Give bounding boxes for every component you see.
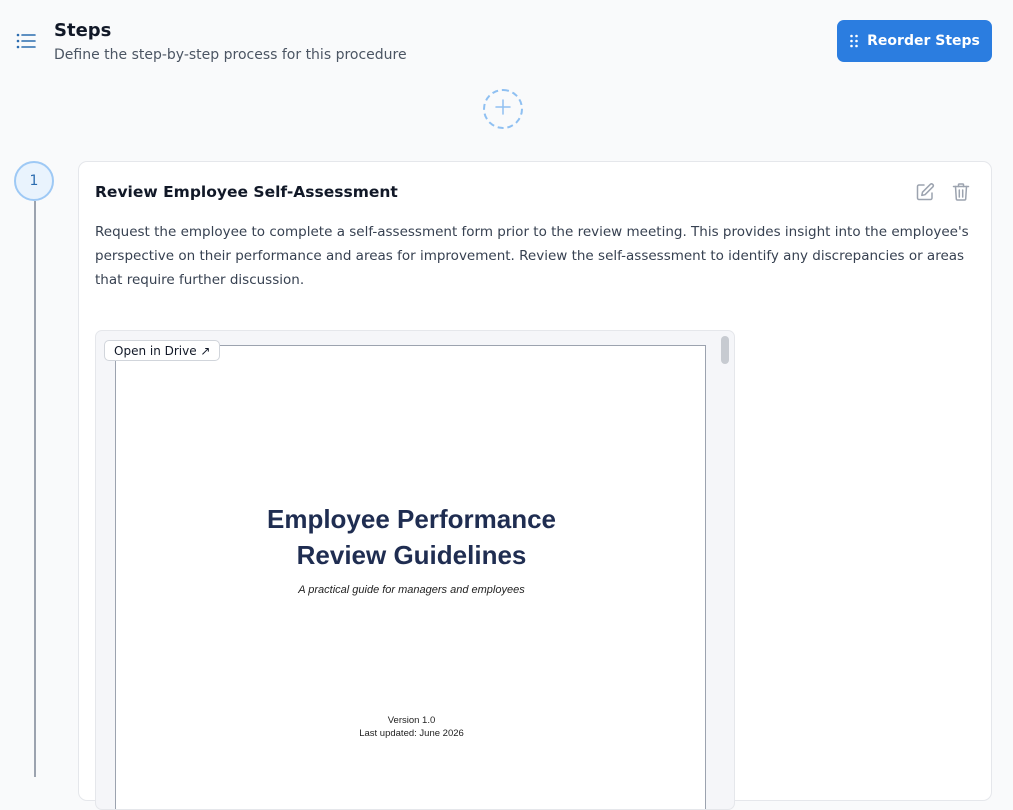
reorder-steps-button[interactable]: Reorder Steps [837,20,992,62]
preview-scrollbar[interactable] [721,336,729,364]
add-step-button[interactable] [483,89,523,129]
step-card: Review Employee Self-Assessment Request … [78,161,992,810]
document-preview[interactable]: Open in Drive ↗ Employee Performance Rev… [95,330,735,810]
step-number-badge: 1 [14,161,54,201]
document-title: Employee Performance Review Guidelines [116,501,707,573]
page-title: Steps [54,20,112,41]
drag-handle-icon [849,34,859,48]
document-page: Employee Performance Review Guidelines A… [115,345,707,809]
steps-header: Steps Define the step-by-step process fo… [0,0,1013,80]
document-title-line-1: Employee Performance [266,504,556,534]
step-title: Review Employee Self-Assessment [95,183,398,201]
document-version: Version 1.0 [387,715,436,726]
document-last-updated: Last updated: June 2026 [359,728,464,739]
open-in-drive-button[interactable]: Open in Drive ↗ [104,340,221,361]
step-timeline-line [34,201,36,777]
trash-icon[interactable] [951,182,971,202]
document-version-block: Version 1.0 Last updated: June 2026 [116,714,707,740]
document-subtitle: A practical guide for managers and emplo… [298,584,525,596]
step-description: Request the employee to complete a self-… [95,224,969,288]
page-subtitle: Define the step-by-step process for this… [54,47,407,63]
list-icon [16,32,36,50]
reorder-steps-label: Reorder Steps [867,33,980,49]
edit-icon[interactable] [915,182,935,202]
document-title-line-2: Review Guidelines [296,540,527,570]
plus-icon [494,98,512,120]
